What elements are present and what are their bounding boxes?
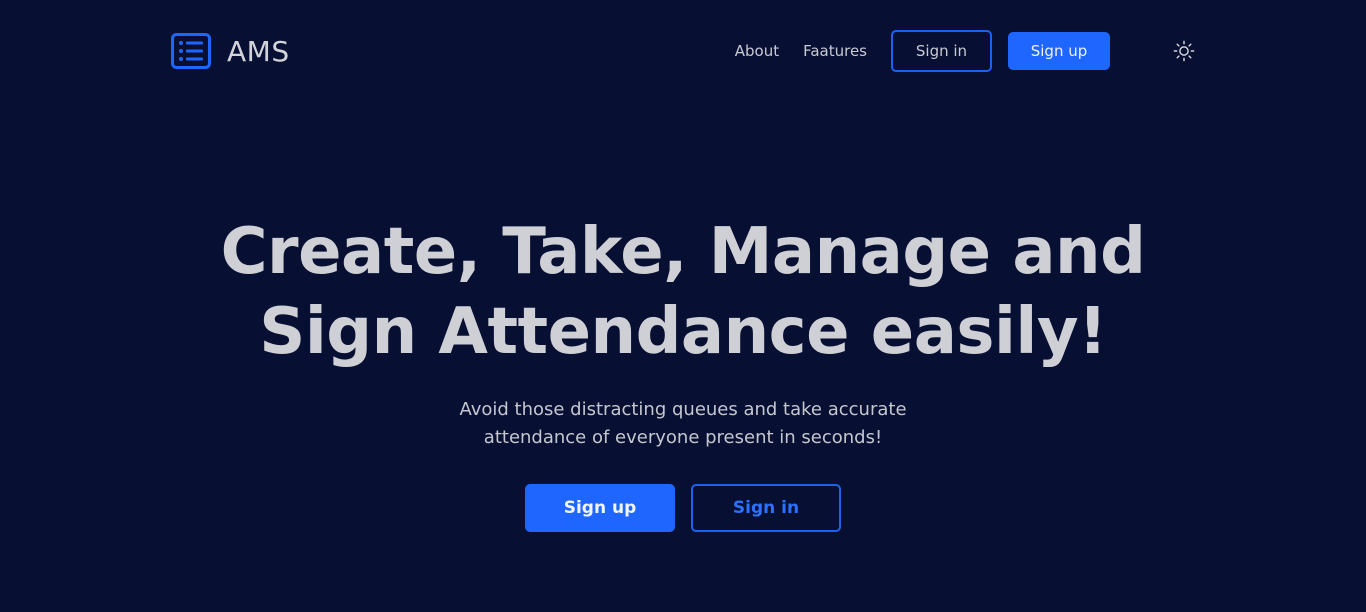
hero-subtitle-line-1: Avoid those distracting queues and take … [459, 399, 907, 420]
brand-logo[interactable]: AMS [171, 33, 290, 69]
list-icon [171, 33, 211, 69]
hero-sign-up-button[interactable]: Sign up [525, 484, 675, 532]
nav-link-features[interactable]: Faatures [803, 42, 867, 60]
hero-title-line-2: Sign Attendance easily! [259, 295, 1107, 369]
hero-section: Create, Take, Manage and Sign Attendance… [0, 212, 1366, 532]
hero-subtitle-line-2: attendance of everyone present in second… [483, 427, 883, 448]
hero-title-line-1: Create, Take, Manage and [220, 215, 1146, 289]
hero-sign-in-button[interactable]: Sign in [691, 484, 841, 532]
navbar: AMS About Faatures Sign in Sign up [171, 30, 1195, 72]
hero-title: Create, Take, Manage and Sign Attendance… [0, 212, 1366, 372]
nav-sign-up-button[interactable]: Sign up [1008, 32, 1110, 70]
hero-subtitle: Avoid those distracting queues and take … [423, 396, 943, 452]
nav-actions: About Faatures Sign in Sign up [735, 30, 1195, 72]
hero-actions: Sign up Sign in [0, 484, 1366, 532]
brand-name: AMS [227, 34, 290, 68]
landing-page: AMS About Faatures Sign in Sign up Creat… [0, 0, 1366, 612]
nav-sign-in-button[interactable]: Sign in [891, 30, 992, 72]
nav-link-about[interactable]: About [735, 42, 779, 60]
sun-icon[interactable] [1173, 40, 1195, 62]
